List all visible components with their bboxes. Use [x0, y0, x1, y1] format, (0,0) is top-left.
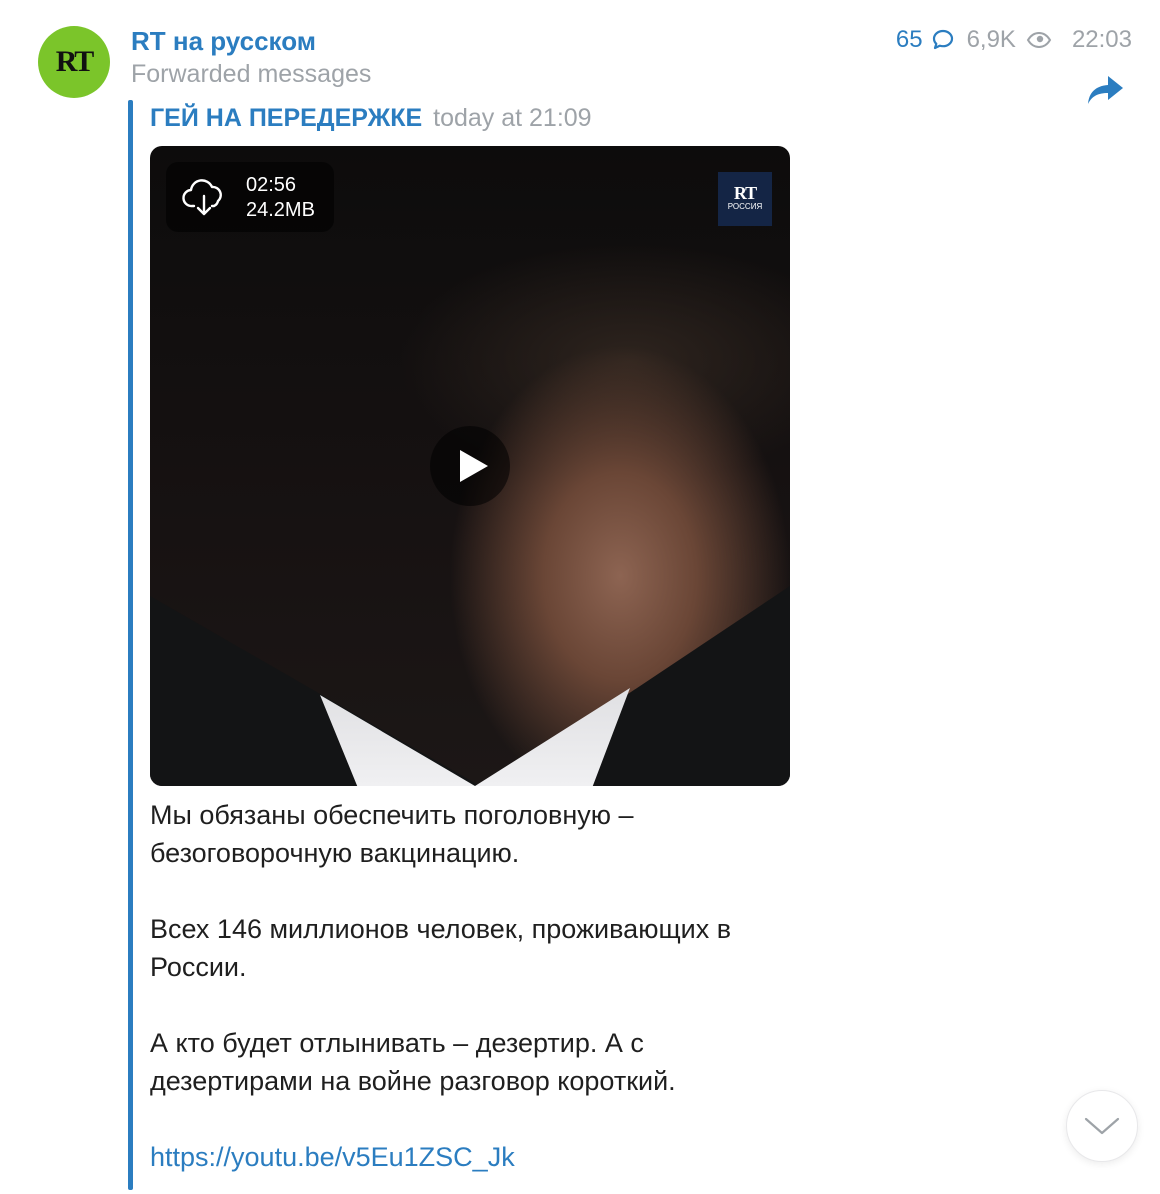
download-pill[interactable]: 02:56 24.2MB	[166, 162, 334, 232]
channel-avatar[interactable]: RT	[38, 26, 110, 98]
video-frame-shape	[150, 596, 480, 786]
message-paragraph: Мы обязаны обеспечить поголовную – безог…	[150, 800, 634, 868]
message-text: Мы обязаны обеспечить поголовную – безог…	[150, 796, 790, 1176]
message-time: 22:03	[1071, 26, 1132, 53]
forward-date: today at 21:09	[433, 104, 592, 132]
youtube-link[interactable]: https://youtu.be/v5Eu1ZSC_Jk	[150, 1142, 515, 1172]
forwarded-label: Forwarded messages	[131, 60, 372, 88]
message-meta: 65 6,9K 22:03	[896, 26, 1132, 54]
scroll-down-button[interactable]	[1066, 1090, 1138, 1162]
rt-logo-subtext: РОССИЯ	[727, 202, 763, 211]
message-paragraph: Всех 146 миллионов человек, проживающих …	[150, 914, 732, 982]
forwarded-from[interactable]: ГЕЙ НА ПЕРЕДЕРЖКЕ today at 21:09	[150, 104, 592, 133]
video-thumbnail[interactable]: 02:56 24.2MB RT РОССИЯ	[150, 146, 790, 786]
video-duration: 02:56	[246, 174, 297, 196]
comment-bubble-icon[interactable]	[931, 28, 955, 52]
rt-logo-text: RT	[733, 183, 757, 203]
message-paragraph: А кто будет отлынивать – дезертир. А с д…	[150, 1028, 676, 1096]
eye-icon	[1026, 30, 1052, 50]
cloud-download-icon[interactable]	[182, 178, 226, 218]
chevron-down-icon	[1084, 1117, 1120, 1135]
play-icon	[460, 450, 488, 482]
avatar-text: RT	[55, 45, 95, 78]
comments-count[interactable]: 65	[896, 26, 923, 54]
play-button[interactable]	[430, 426, 510, 506]
forward-source-name[interactable]: ГЕЙ НА ПЕРЕДЕРЖКЕ	[150, 104, 422, 132]
video-size: 24.2MB	[246, 199, 315, 221]
views-count: 6,9K	[966, 26, 1016, 53]
rt-russia-logo: RT РОССИЯ	[718, 172, 772, 226]
channel-name[interactable]: RT на русском	[131, 26, 316, 57]
forward-bar	[128, 100, 133, 1190]
share-arrow-icon[interactable]	[1086, 72, 1126, 108]
